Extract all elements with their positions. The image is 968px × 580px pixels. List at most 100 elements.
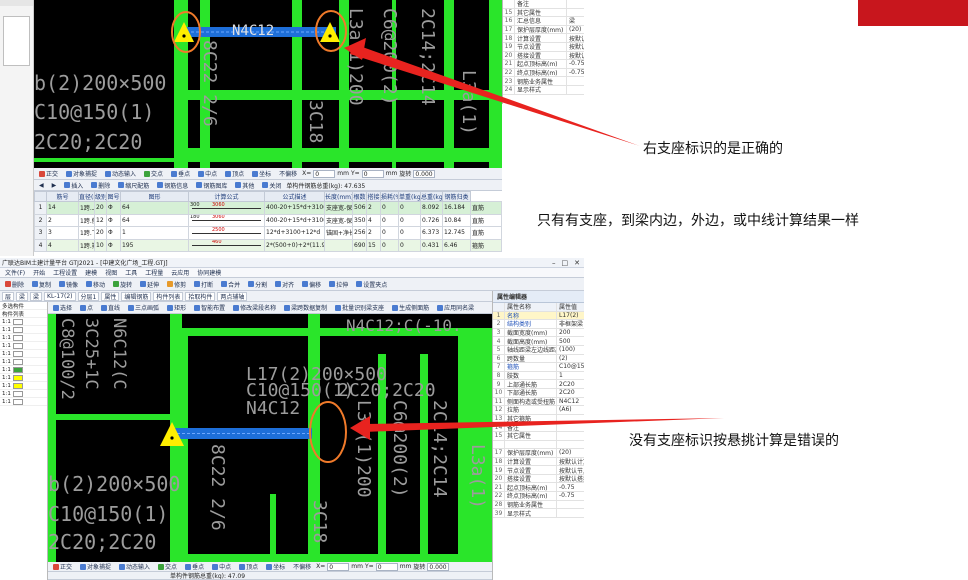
prev-icon[interactable]: ◀ <box>36 181 47 190</box>
prop-row[interactable]: 24 显示样式 <box>503 85 584 95</box>
prop-value[interactable]: L17(2) <box>557 312 584 319</box>
tree-item[interactable]: 1:1 <box>0 318 47 326</box>
prop-value[interactable]: 梁 <box>567 16 584 25</box>
menu-item[interactable]: 开始 <box>30 268 48 277</box>
prop-value[interactable]: -0.75 <box>567 69 584 76</box>
tree-item[interactable]: 1:1 <box>0 390 47 398</box>
y-coordinate-input[interactable]: 0 <box>361 169 384 178</box>
ribbon-row2-item[interactable]: 拾取构件 <box>185 291 216 301</box>
prop-value[interactable]: 非框架梁 <box>557 319 584 328</box>
draw-tool-button[interactable]: 三点画弧 <box>125 303 162 312</box>
prop-row[interactable]: 8 肢数 1 <box>493 371 584 381</box>
prop-row[interactable]: 21 起点顶标高(m) -0.75 <box>503 60 584 69</box>
prop-row[interactable]: 12 拉筋 (A6) <box>493 406 584 415</box>
snap-button[interactable]: 顶点 <box>236 562 261 571</box>
ribbon-tool-button[interactable]: 移动 <box>83 280 108 289</box>
table-header[interactable]: 钢筋归类 <box>442 191 471 202</box>
rebar-tool-button[interactable]: 插入 <box>61 181 86 190</box>
table-header[interactable]: 损耗(%) <box>380 191 399 202</box>
tree-item[interactable]: 1:1 <box>0 326 47 334</box>
draw-tool-button[interactable]: 直线 <box>98 303 123 312</box>
rebar-tool-button[interactable]: 缩尺配筋 <box>115 181 152 190</box>
menu-item[interactable]: 工具 <box>122 268 140 277</box>
ribbon-row2-item[interactable]: 编辑钢筋 <box>121 291 152 301</box>
tree-item[interactable]: 1:1 <box>0 350 47 358</box>
table-header[interactable]: 级别 <box>94 191 107 202</box>
prop-value[interactable]: -0.75 <box>557 492 584 499</box>
prop-row[interactable]: 5 轴线距梁左边线距离 (100) <box>493 345 584 355</box>
table-header[interactable]: 筋号 <box>46 191 79 202</box>
snap-button[interactable]: 不偏移 <box>276 169 300 178</box>
snap-button[interactable]: 交点 <box>155 562 180 571</box>
prop-row[interactable]: 7箍筋C10@150(1) <box>493 363 584 372</box>
ribbon-tool-button[interactable]: 延伸 <box>137 280 162 289</box>
rot-coordinate-input[interactable]: 0.000 <box>427 562 450 571</box>
prop-value[interactable]: 1 <box>557 372 584 379</box>
ribbon-tool-button[interactable]: 复制 <box>29 280 54 289</box>
table-header[interactable]: 长度(mm) <box>324 191 353 202</box>
prop-value[interactable]: (A6) <box>557 406 584 413</box>
prop-value[interactable]: C10@150(1) <box>557 363 584 370</box>
prop-value[interactable]: 2C20 <box>557 389 584 396</box>
top-cad-canvas[interactable]: N4C12 b(2)200×500 C10@150(1) 2C20;2C20 8… <box>34 0 502 168</box>
snap-button[interactable]: 垂点 <box>168 169 193 178</box>
maximize-icon[interactable]: □ <box>562 259 569 267</box>
snap-button[interactable]: 顶点 <box>222 169 247 178</box>
prop-row[interactable]: 15 其它属性 <box>493 431 584 441</box>
ribbon-row2-item[interactable]: 梁 <box>30 291 43 301</box>
ribbon-tool-button[interactable]: 修剪 <box>164 280 189 289</box>
snap-button[interactable]: 正交 <box>36 169 61 178</box>
ribbon-tool-button[interactable]: 镜像 <box>56 280 81 289</box>
prop-value[interactable]: -0.75 <box>557 484 584 491</box>
draw-tool-button[interactable]: 应用同名梁 <box>434 303 477 312</box>
menu-item[interactable]: 文件(F) <box>2 268 28 277</box>
prop-value[interactable]: (20) <box>557 449 584 456</box>
prop-row[interactable]: 6 跨数量 (2) <box>493 354 584 364</box>
prop-value[interactable]: 2C20 <box>557 381 584 388</box>
prop-value[interactable]: -0.75 <box>567 60 584 67</box>
table-header[interactable]: 总重(kg) <box>420 191 443 202</box>
ribbon-tool-button[interactable]: 打断 <box>191 280 216 289</box>
ribbon-row2-item[interactable]: 分层1 <box>77 291 100 301</box>
prop-value[interactable]: (20) <box>567 26 584 33</box>
table-row[interactable]: 441跨.箍筋110Φ1954602*(500+0)+2*(11.9*d)690… <box>34 238 502 252</box>
table-header[interactable]: 搭接 <box>366 191 381 202</box>
close-icon[interactable]: ✕ <box>574 259 580 267</box>
draw-tool-button[interactable]: 智能布置 <box>191 303 228 312</box>
table-row[interactable]: 1141跨.上通长筋120Φ643003060400-20+15*d+3100+… <box>34 201 502 215</box>
table-row[interactable]: 331跨.下部钢筋120Φ1250012*d+3100+12*d锚固+净长+锚固… <box>34 226 502 240</box>
draw-tool-button[interactable]: 选择 <box>50 303 75 312</box>
ribbon-tool-button[interactable]: 合并 <box>218 280 243 289</box>
snap-button[interactable]: 对象捕捉 <box>63 169 100 178</box>
tree-item[interactable]: 1:1 <box>0 398 47 406</box>
prop-row[interactable]: 备注 <box>503 0 584 9</box>
prop-row[interactable] <box>493 440 584 450</box>
rebar-tool-button[interactable]: 其他 <box>232 181 257 190</box>
prop-row[interactable]: 2 结构类别 非框架梁 <box>493 320 584 329</box>
prop-value[interactable]: (100) <box>557 346 584 353</box>
snap-button[interactable]: 动态输入 <box>102 169 139 178</box>
prop-value[interactable]: N4C12 <box>557 398 584 405</box>
menu-item[interactable]: 协同建模 <box>194 268 224 277</box>
snap-button[interactable]: 对象捕捉 <box>77 562 114 571</box>
draw-tool-button[interactable]: 批量识别梁支座 <box>332 303 387 312</box>
tree-item[interactable]: 1:1 <box>0 374 47 382</box>
menu-item[interactable]: 云应用 <box>168 268 192 277</box>
tree-item[interactable]: 1:1 <box>0 358 47 366</box>
prop-value[interactable]: 200 <box>557 329 584 336</box>
prop-row[interactable]: 13 其它箍筋 <box>493 414 584 424</box>
prop-row[interactable]: 23 钢筋业务属性 <box>503 77 584 86</box>
prop-value[interactable]: (2) <box>557 355 584 362</box>
prop-row[interactable]: 28 钢筋业务属性 <box>493 500 584 510</box>
prop-value[interactable]: 按默认搭接设 <box>567 51 584 60</box>
ribbon-row2-item[interactable]: 层 <box>2 291 15 301</box>
ribbon-tool-button[interactable]: 偏移 <box>299 280 324 289</box>
ribbon-row2-item[interactable]: 梁 <box>16 291 29 301</box>
tree-item[interactable]: 1:1 <box>0 342 47 350</box>
rebar-tool-button[interactable]: 钢筋信息 <box>154 181 191 190</box>
ribbon-row2-item[interactable]: KL-17(2) <box>44 291 76 301</box>
snap-button[interactable]: 不偏移 <box>290 562 314 571</box>
menu-item[interactable]: 建模 <box>82 268 100 277</box>
ribbon-tool-button[interactable]: 设置夹点 <box>353 280 390 289</box>
ribbon-row2-item[interactable]: 两点辅轴 <box>217 291 248 301</box>
